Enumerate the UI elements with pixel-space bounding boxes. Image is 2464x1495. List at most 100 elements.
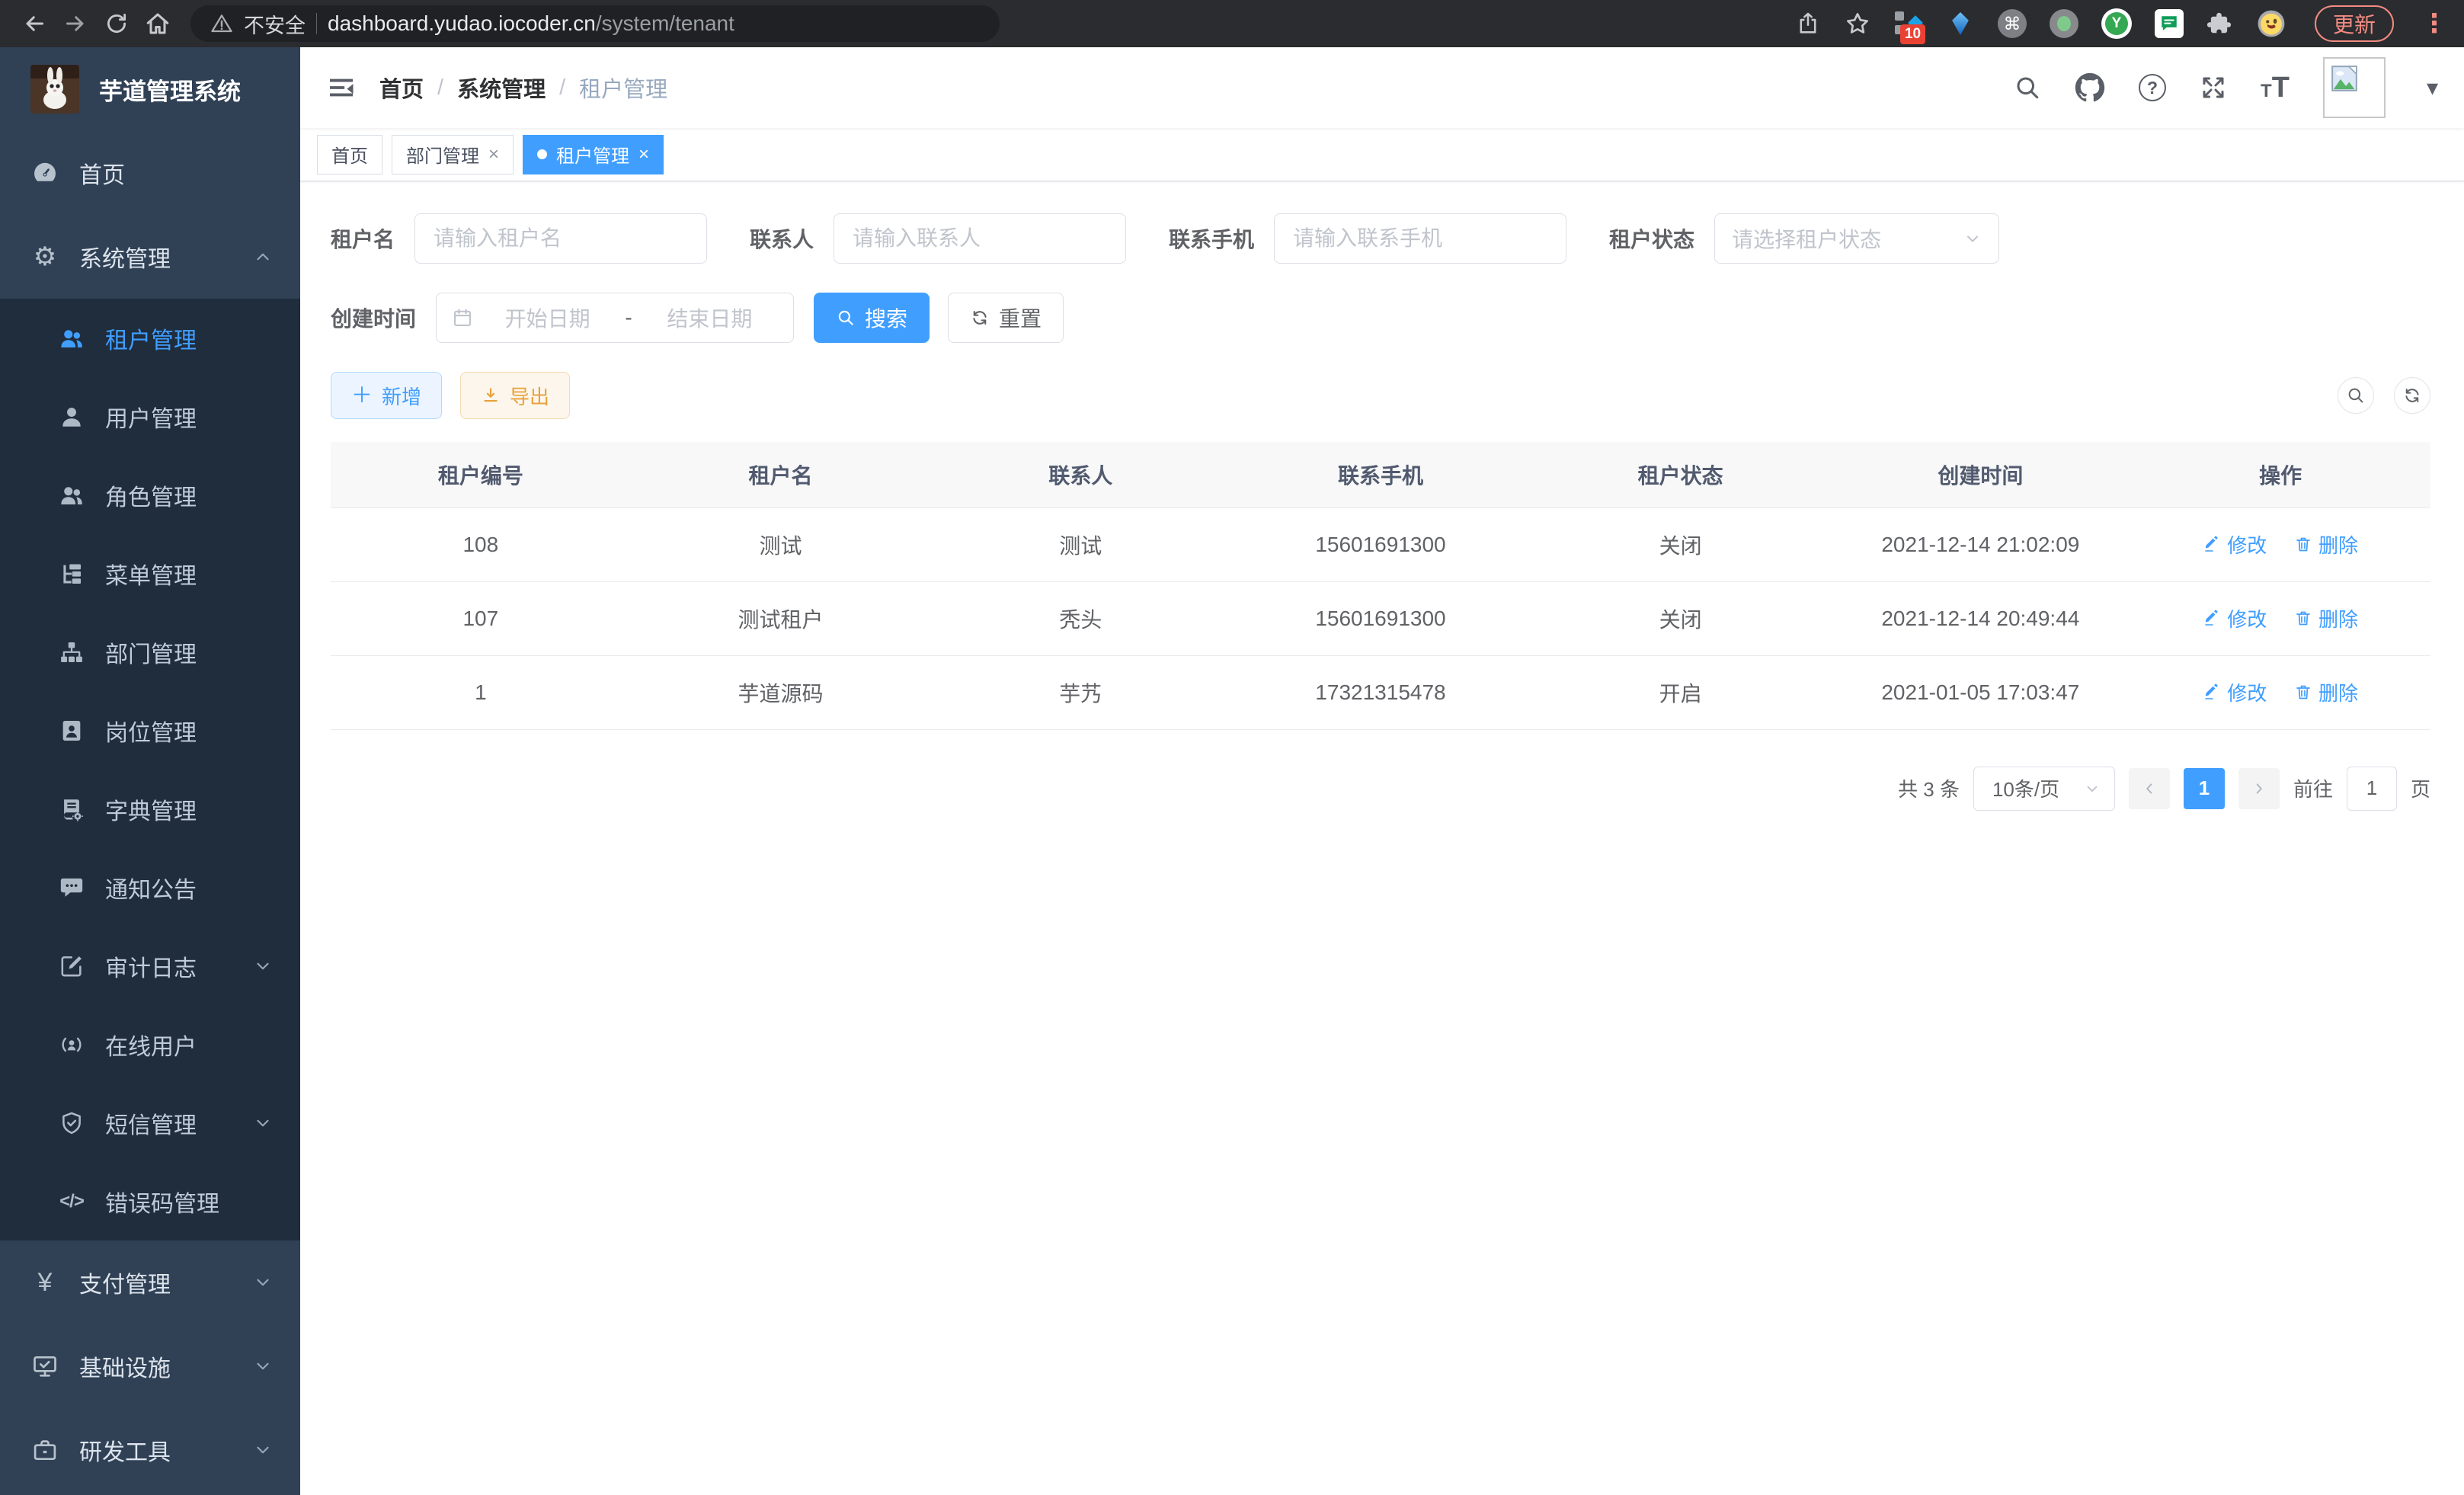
browser-home-button[interactable]	[140, 6, 175, 41]
sidebar-item-online-users[interactable]: 在线用户	[0, 1005, 300, 1084]
chevron-down-icon	[253, 1273, 273, 1292]
select-placeholder: 请选择租户状态	[1732, 223, 1963, 254]
search-icon[interactable]	[2014, 74, 2041, 101]
page-content: 租户名 联系人 联系手机 租户状态 请选择租户状态	[300, 181, 2464, 1495]
chrome-update-button[interactable]: 更新	[2315, 5, 2394, 42]
browser-reload-button[interactable]	[99, 6, 134, 41]
sidebar-item-system[interactable]: ⚙ 系统管理	[0, 215, 300, 299]
export-button[interactable]: 导出	[460, 372, 570, 419]
delete-link[interactable]: 删除	[2294, 678, 2358, 706]
page-size-select[interactable]: 10条/页	[1973, 767, 2115, 811]
sidebar-item-error-code[interactable]: </> 错误码管理	[0, 1162, 300, 1240]
sidebar-item-tenant[interactable]: 租户管理	[0, 299, 300, 377]
page-number-1[interactable]: 1	[2184, 768, 2225, 809]
extension-tag-manager-icon[interactable]: 10	[1894, 9, 1923, 38]
sidebar-item-dept[interactable]: 部门管理	[0, 613, 300, 691]
address-bar[interactable]: 不安全 dashboard.yudao.iocoder.cn/system/te…	[190, 5, 1000, 42]
cell-id: 1	[331, 655, 631, 729]
edit-link[interactable]: 修改	[2203, 678, 2267, 706]
cell-name: 测试	[631, 507, 931, 581]
breadcrumb-separator: /	[559, 75, 565, 101]
chevron-right-icon	[2251, 780, 2267, 797]
cell-actions: 修改 删除	[2130, 655, 2430, 729]
tab-dept[interactable]: 部门管理 ×	[392, 135, 514, 174]
col-header-mobile: 联系手机	[1230, 442, 1531, 507]
sidebar-item-sms[interactable]: 短信管理	[0, 1084, 300, 1162]
tree-icon	[58, 560, 85, 587]
avatar[interactable]	[2323, 57, 2386, 118]
sidebar-item-notice[interactable]: 通知公告	[0, 848, 300, 927]
edit-link[interactable]: 修改	[2203, 604, 2267, 632]
reset-button[interactable]: 重置	[948, 293, 1064, 343]
sidebar-item-dict[interactable]: 字典管理	[0, 770, 300, 848]
extension-command-icon[interactable]: ⌘	[1998, 9, 2027, 38]
calendar-icon	[452, 307, 473, 328]
status-select[interactable]: 请选择租户状态	[1714, 213, 1999, 264]
chrome-menu-kebab-icon[interactable]: ⋮	[2421, 11, 2447, 37]
sidebar-item-role[interactable]: 角色管理	[0, 456, 300, 534]
security-chip[interactable]: 不安全	[244, 9, 306, 39]
goto-page-input[interactable]	[2347, 767, 2397, 811]
tab-tenant[interactable]: 租户管理 ×	[523, 135, 664, 174]
extensions-puzzle-icon[interactable]	[2206, 10, 2234, 37]
sidebar-item-label: 支付管理	[79, 1266, 171, 1299]
delete-link[interactable]: 删除	[2294, 604, 2358, 632]
breadcrumb-home[interactable]: 首页	[379, 72, 424, 104]
sidebar-item-home[interactable]: 首页	[0, 131, 300, 215]
date-range-picker[interactable]: 开始日期 - 结束日期	[436, 293, 794, 343]
browser-back-button[interactable]	[17, 6, 52, 41]
prev-page-button[interactable]	[2129, 768, 2170, 809]
search-button[interactable]: 搜索	[814, 293, 930, 343]
sidebar: 芋道管理系统 首页 ⚙ 系统管理 租户管理 用户	[0, 47, 300, 1495]
extension-chat-icon[interactable]	[2155, 9, 2184, 38]
logo-row[interactable]: 芋道管理系统	[0, 47, 300, 131]
contact-input[interactable]	[834, 213, 1126, 264]
app-logo	[30, 65, 79, 114]
avatar-caret-icon[interactable]: ▾	[2427, 75, 2438, 101]
share-icon[interactable]	[1795, 11, 1821, 37]
cell-status: 关闭	[1531, 507, 1831, 581]
extension-kite-icon[interactable]	[1946, 9, 1975, 38]
top-navbar: 首页 / 系统管理 / 租户管理 ? TT ▾	[300, 47, 2464, 128]
sidebar-collapse-button[interactable]	[326, 72, 357, 103]
delete-link[interactable]: 删除	[2294, 530, 2358, 559]
command-glyph: ⌘	[2003, 14, 2021, 34]
reset-button-label: 重置	[999, 303, 1042, 333]
refresh-table-button[interactable]	[2394, 377, 2430, 414]
mobile-input[interactable]	[1274, 213, 1566, 264]
font-size-icon[interactable]: TT	[2261, 72, 2290, 104]
fullscreen-icon[interactable]	[2200, 74, 2227, 101]
hide-search-button[interactable]	[2338, 377, 2374, 414]
sitemap-icon	[58, 639, 85, 666]
sidebar-item-devtools[interactable]: 研发工具	[0, 1408, 300, 1492]
help-icon[interactable]: ?	[2139, 74, 2166, 101]
kite-shape	[1950, 12, 1970, 35]
tab-close-icon[interactable]: ×	[488, 146, 499, 164]
edit-link[interactable]: 修改	[2203, 530, 2267, 559]
sidebar-item-user[interactable]: 用户管理	[0, 377, 300, 456]
next-page-button[interactable]	[2238, 768, 2280, 809]
bookmark-star-icon[interactable]	[1844, 10, 1871, 37]
tab-label: 首页	[331, 141, 368, 168]
monitor-icon	[30, 1352, 59, 1381]
delete-label: 删除	[2318, 678, 2358, 706]
sidebar-item-label: 在线用户	[105, 1028, 197, 1061]
sidebar-item-infra[interactable]: 基础设施	[0, 1324, 300, 1408]
sidebar-item-audit-log[interactable]: 审计日志	[0, 927, 300, 1005]
sidebar-item-post[interactable]: 岗位管理	[0, 691, 300, 770]
sidebar-item-label: 岗位管理	[105, 714, 197, 748]
tab-label: 租户管理	[556, 141, 629, 168]
extension-green-dot-icon[interactable]	[2050, 9, 2078, 38]
users-icon	[58, 325, 85, 352]
tab-close-icon[interactable]: ×	[638, 146, 649, 164]
tenant-name-input[interactable]	[414, 213, 707, 264]
sidebar-item-pay[interactable]: ¥ 支付管理	[0, 1240, 300, 1324]
github-icon[interactable]	[2075, 72, 2105, 103]
browser-forward-button[interactable]	[58, 6, 93, 41]
extension-y-icon[interactable]: Y	[2101, 8, 2132, 39]
extension-emoji-icon[interactable]	[2257, 9, 2286, 38]
add-button[interactable]: ＋ 新增	[331, 372, 442, 419]
sidebar-item-menu[interactable]: 菜单管理	[0, 534, 300, 613]
tab-home[interactable]: 首页	[317, 135, 382, 174]
trash-icon	[2294, 683, 2312, 701]
